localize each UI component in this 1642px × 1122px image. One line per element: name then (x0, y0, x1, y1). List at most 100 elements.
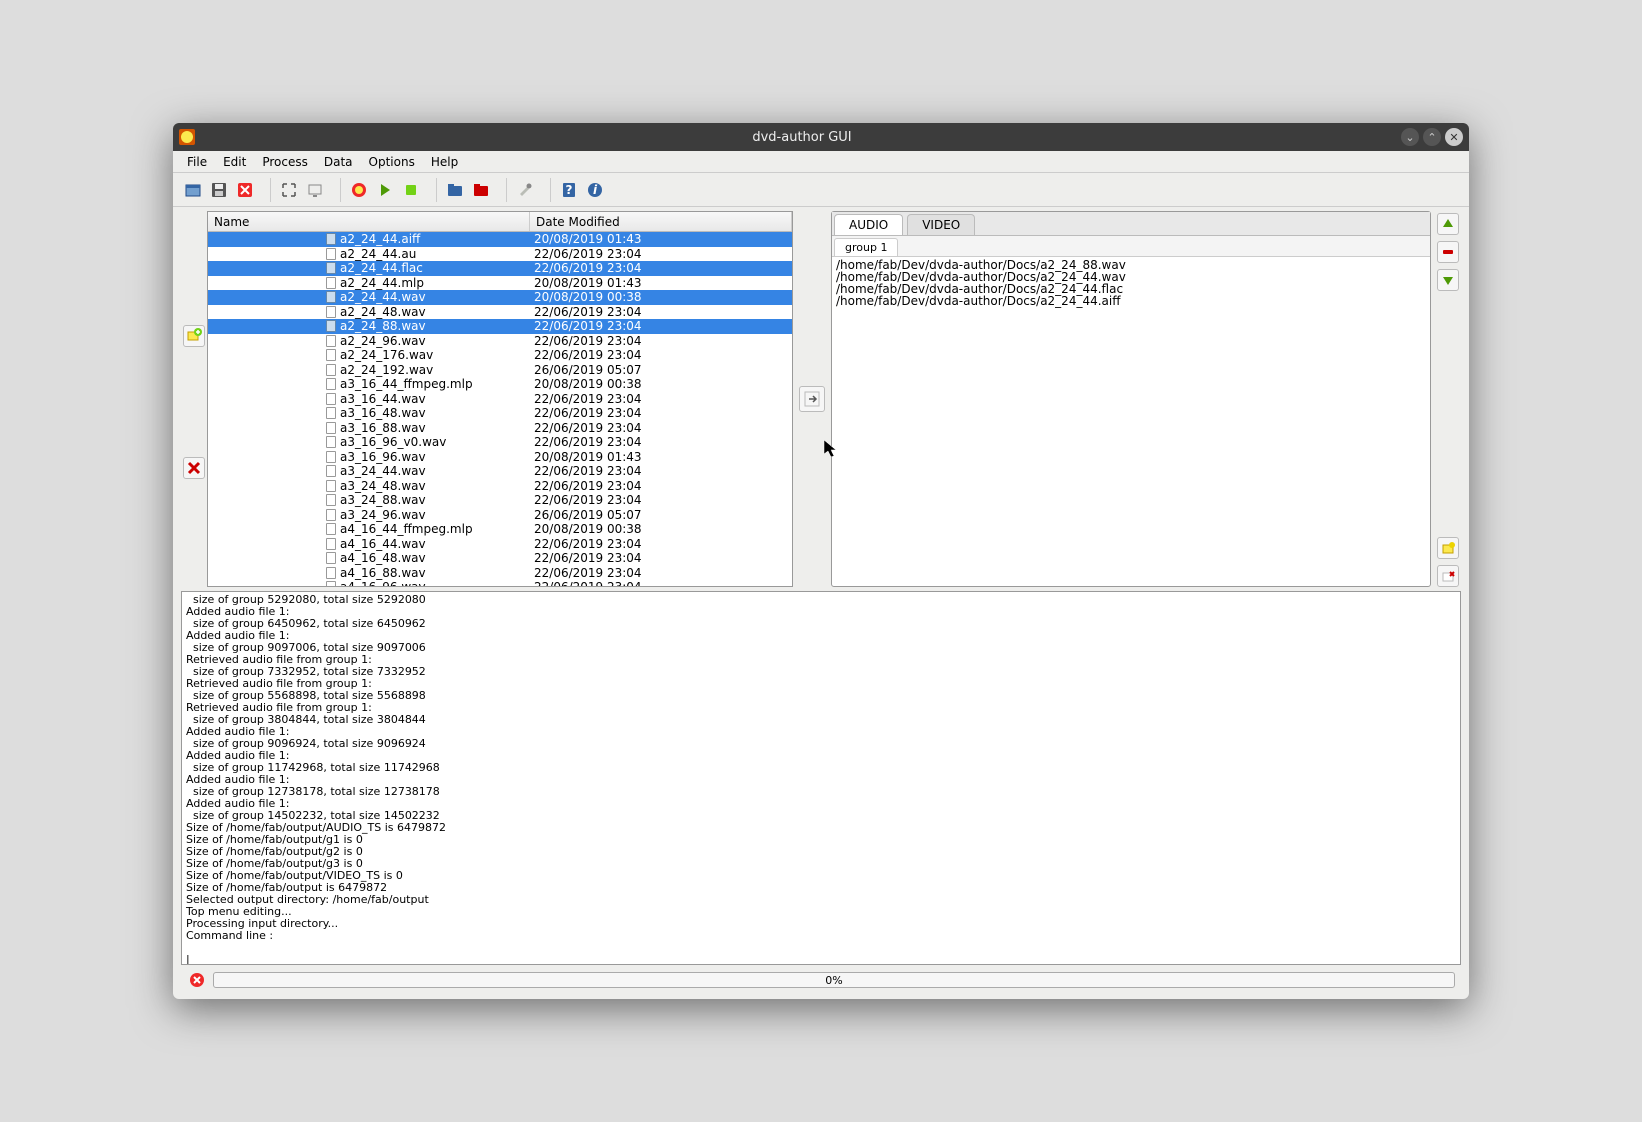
table-row[interactable]: a2_24_192.wav 26/06/2019 05:07 (208, 363, 792, 378)
video-folder-button[interactable] (443, 178, 467, 202)
file-date: 22/06/2019 23:04 (530, 392, 792, 406)
help-button[interactable]: ? (557, 178, 581, 202)
file-icon (326, 393, 336, 405)
file-name: a3_16_88.wav (340, 421, 426, 435)
minimize-button[interactable]: ⌄ (1401, 128, 1419, 146)
table-row[interactable]: a3_16_88.wav22/06/2019 23:04 (208, 421, 792, 436)
table-row[interactable]: a2_24_44.au22/06/2019 23:04 (208, 247, 792, 262)
menu-edit[interactable]: Edit (215, 153, 254, 171)
tab-video[interactable]: VIDEO (907, 214, 975, 235)
file-name: a2_24_192.wav (340, 363, 433, 377)
audio-folder-button[interactable] (469, 178, 493, 202)
file-date: 26/06/2019 05:07 (530, 508, 792, 522)
table-row[interactable]: a2_24_176.wav22/06/2019 23:04 (208, 348, 792, 363)
table-row[interactable]: a4_16_96.wav 22/06/2019 23:04 (208, 580, 792, 586)
titlebar: dvd-author GUI ⌄ ⌃ ✕ (173, 123, 1469, 151)
window-title: dvd-author GUI (203, 130, 1401, 145)
column-date[interactable]: Date Modified (530, 212, 792, 231)
fullscreen-button[interactable] (277, 178, 301, 202)
save-button[interactable] (207, 178, 231, 202)
table-row[interactable]: a4_16_44.wav22/06/2019 23:04 (208, 537, 792, 552)
file-name: a4_16_96.wav (340, 580, 426, 586)
list-item[interactable]: /home/fab/Dev/dvda-author/Docs/a2_24_44.… (836, 295, 1426, 307)
file-date: 20/08/2019 00:38 (530, 522, 792, 536)
table-row[interactable]: a4_16_44_ffmpeg.mlp 20/08/2019 00:38 (208, 522, 792, 537)
file-icon (326, 538, 336, 550)
subtab-group1[interactable]: group 1 (834, 238, 898, 256)
maximize-button[interactable]: ⌃ (1423, 128, 1441, 146)
display-button[interactable] (303, 178, 327, 202)
file-name: a3_24_96.wav (340, 508, 426, 522)
delete-group-button[interactable] (1437, 565, 1459, 587)
file-name: a2_24_176.wav (340, 348, 433, 362)
menu-data[interactable]: Data (316, 153, 361, 171)
table-row[interactable]: a2_24_96.wav22/06/2019 23:04 (208, 334, 792, 349)
table-row[interactable]: a2_24_44.mlp20/08/2019 01:43 (208, 276, 792, 291)
menu-file[interactable]: File (179, 153, 215, 171)
menu-help[interactable]: Help (423, 153, 466, 171)
record-button[interactable] (347, 178, 371, 202)
add-files-button[interactable] (183, 325, 205, 347)
settings-button[interactable] (513, 178, 537, 202)
file-icon (326, 581, 336, 586)
file-date: 22/06/2019 23:04 (530, 464, 792, 478)
table-row[interactable]: a3_24_88.wav22/06/2019 23:04 (208, 493, 792, 508)
table-row[interactable]: a2_24_88.wav22/06/2019 23:04 (208, 319, 792, 334)
close-project-button[interactable] (233, 178, 257, 202)
file-date: 20/08/2019 01:43 (530, 276, 792, 290)
remove-item-button[interactable] (1437, 241, 1459, 263)
stop-button[interactable] (399, 178, 423, 202)
file-date: 22/06/2019 23:04 (530, 537, 792, 551)
table-row[interactable]: a3_24_44.wav22/06/2019 23:04 (208, 464, 792, 479)
file-date: 20/08/2019 00:38 (530, 377, 792, 391)
table-row[interactable]: a4_16_48.wav 22/06/2019 23:04 (208, 551, 792, 566)
remove-files-button[interactable] (183, 457, 205, 479)
file-name: a4_16_48.wav (340, 551, 426, 565)
cancel-button[interactable] (187, 970, 207, 990)
new-group-button[interactable] (1437, 537, 1459, 559)
about-button[interactable]: i (583, 178, 607, 202)
table-row[interactable]: a3_16_96_v0.wav22/06/2019 23:04 (208, 435, 792, 450)
table-row[interactable]: a2_24_44.aiff20/08/2019 01:43 (208, 232, 792, 247)
file-date: 22/06/2019 23:04 (530, 551, 792, 565)
file-icon (326, 509, 336, 521)
transfer-right-button[interactable] (799, 386, 825, 412)
table-row[interactable]: a3_16_44_ffmpeg.mlp20/08/2019 00:38 (208, 377, 792, 392)
table-row[interactable]: a3_24_96.wav 26/06/2019 05:07 (208, 508, 792, 523)
menu-options[interactable]: Options (361, 153, 423, 171)
table-row[interactable]: a3_24_48.wav22/06/2019 23:04 (208, 479, 792, 494)
file-date: 22/06/2019 23:04 (530, 479, 792, 493)
play-button[interactable] (373, 178, 397, 202)
close-button[interactable]: ✕ (1445, 128, 1463, 146)
file-icon (326, 422, 336, 434)
open-button[interactable] (181, 178, 205, 202)
table-row[interactable]: a3_16_96.wav20/08/2019 01:43 (208, 450, 792, 465)
file-date: 22/06/2019 23:04 (530, 247, 792, 261)
file-name: a4_16_88.wav (340, 566, 426, 580)
file-icon (326, 378, 336, 390)
table-row[interactable]: a2_24_48.wav22/06/2019 23:04 (208, 305, 792, 320)
file-table-body[interactable]: a2_24_44.aiff20/08/2019 01:43a2_24_44.au… (208, 232, 792, 586)
table-row[interactable]: a3_16_48.wav22/06/2019 23:04 (208, 406, 792, 421)
file-date: 26/06/2019 05:07 (530, 363, 792, 377)
tab-audio[interactable]: AUDIO (834, 214, 903, 235)
table-row[interactable]: a2_24_44.wav20/08/2019 00:38 (208, 290, 792, 305)
move-up-button[interactable] (1437, 213, 1459, 235)
file-date: 20/08/2019 01:43 (530, 450, 792, 464)
move-down-button[interactable] (1437, 269, 1459, 291)
table-row[interactable]: a4_16_88.wav22/06/2019 23:04 (208, 566, 792, 581)
file-name: a4_16_44_ffmpeg.mlp (340, 522, 473, 536)
log-output[interactable]: size of group 5292080, total size 529208… (181, 591, 1461, 965)
app-icon (179, 129, 195, 145)
file-icon (326, 248, 336, 260)
table-row[interactable]: a3_16_44.wav22/06/2019 23:04 (208, 392, 792, 407)
file-date: 22/06/2019 23:04 (530, 305, 792, 319)
file-icon (326, 233, 336, 245)
file-date: 20/08/2019 01:43 (530, 232, 792, 246)
group-file-list[interactable]: /home/fab/Dev/dvda-author/Docs/a2_24_88.… (832, 257, 1430, 586)
menu-process[interactable]: Process (254, 153, 316, 171)
table-row[interactable]: a2_24_44.flac22/06/2019 23:04 (208, 261, 792, 276)
file-date: 22/06/2019 23:04 (530, 580, 792, 586)
file-icon (326, 494, 336, 506)
column-name[interactable]: Name (208, 212, 530, 231)
